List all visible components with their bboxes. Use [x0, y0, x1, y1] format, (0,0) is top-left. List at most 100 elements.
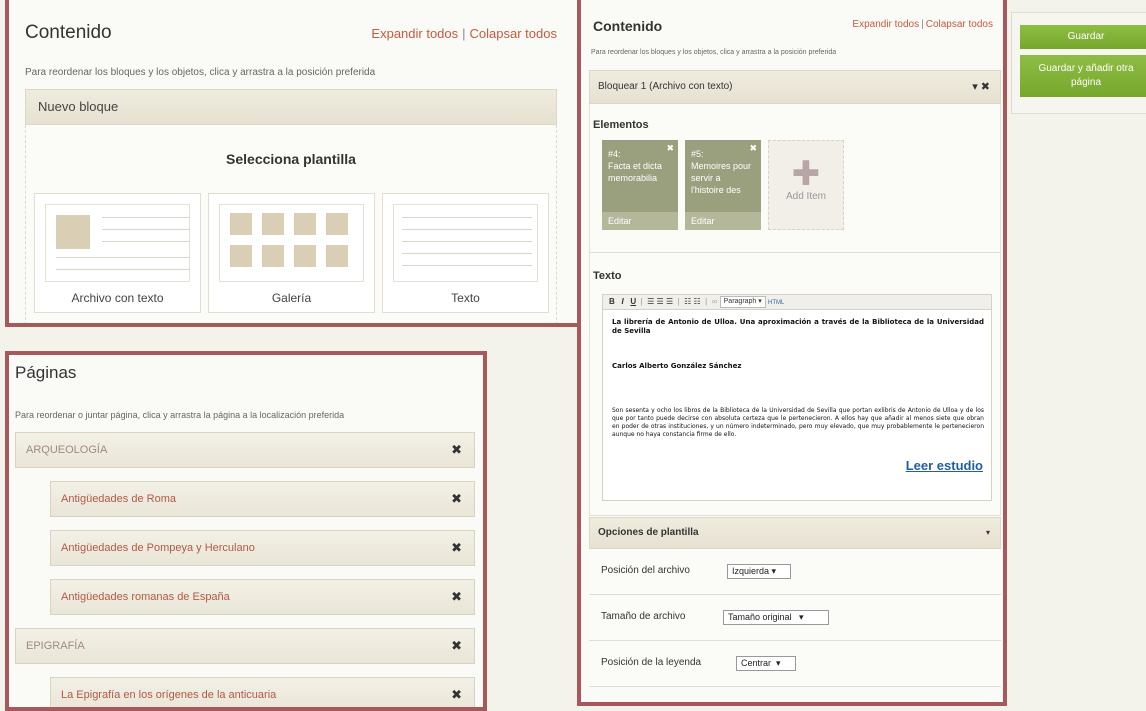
study-paragraph: Son sesenta y ocho los libros de la Bibl…	[612, 407, 984, 438]
page-label: EPIGRAFÍA	[26, 640, 85, 652]
item-title: Memoires pour servir a l'histoire des	[691, 161, 752, 194]
reorder-instructions: Para reordenar los bloques y los objetos…	[25, 67, 376, 78]
rich-text-editor[interactable]: La librería de Antonio de Ulloa. Una apr…	[602, 309, 992, 501]
template-label: Galería	[271, 291, 312, 305]
rich-text-toolbar: B I U | ☰ ☰ ☰ | ☷ ☷ | ∞ Paragraph ▾ HTML	[602, 294, 992, 310]
close-icon[interactable]: ✖	[451, 482, 462, 516]
editor-reorder-instructions: Para reordenar los bloques y los objetos…	[591, 49, 837, 56]
template-label: Archivo con texto	[71, 291, 164, 305]
file-size-select[interactable]: Tamaño original ▾	[723, 610, 829, 625]
item-edit-button[interactable]: Editar	[602, 212, 678, 230]
italic-button[interactable]: I	[621, 297, 623, 306]
gallery-thumbnail	[219, 204, 364, 282]
block-editor-panel: Contenido Expandir todos | Colapsar todos …	[577, 0, 1007, 706]
text-thumbnail	[393, 204, 538, 282]
caption-position-select[interactable]: Centrar ▾	[736, 656, 796, 671]
content-title: Contenido	[25, 22, 112, 43]
option-label: Tamaño de archivo	[601, 611, 686, 622]
pages-panel: Páginas Para reordenar o juntar página, …	[5, 351, 487, 711]
close-icon[interactable]: ✖	[451, 531, 462, 565]
file-position-select[interactable]: Izquierda ▾	[727, 564, 791, 579]
plus-icon: ✚	[791, 155, 821, 193]
item-title: Facta et dicta memorabilia	[608, 161, 663, 183]
new-block-header[interactable]: Nuevo bloque	[25, 89, 557, 125]
save-button[interactable]: Guardar	[1020, 25, 1146, 49]
page-item[interactable]: Antigüedades romanas de España ✖	[50, 579, 475, 615]
template-file-with-text[interactable]: Archivo con texto	[34, 193, 201, 313]
page-item[interactable]: EPIGRAFÍA ✖	[15, 628, 475, 664]
option-row-caption-position: Posición de la leyenda Centrar ▾	[589, 641, 1001, 687]
editor-content-title: Contenido	[593, 18, 663, 34]
link-separator: |	[921, 19, 924, 30]
format-select[interactable]: Paragraph ▾	[719, 295, 766, 308]
chevron-down-icon[interactable]: ▾	[986, 518, 990, 548]
page-item[interactable]: Antigüedades de Roma ✖	[50, 481, 475, 517]
template-text[interactable]: Texto	[382, 193, 549, 313]
bullet-list-icon[interactable]: ☷	[684, 297, 691, 306]
content-panel: Contenido Expandir todos | Colapsar todos …	[5, 0, 591, 327]
pages-instructions: Para reordenar o juntar página, clica y …	[15, 410, 345, 420]
option-row-file-size: Tamaño de archivo Tamaño original ▾	[589, 595, 1001, 641]
file-with-text-thumbnail	[45, 204, 190, 282]
page-item[interactable]: La Epigrafía en los orígenes de la antic…	[50, 677, 475, 707]
editor-expand-collapse-links: Expandir todos | Colapsar todos	[852, 19, 993, 30]
align-left-icon[interactable]: ☰	[647, 297, 654, 306]
select-value: Centrar	[741, 658, 772, 668]
study-heading: La librería de Antonio de Ulloa. Una apr…	[612, 318, 984, 335]
close-icon[interactable]: ✖	[451, 678, 462, 707]
template-options-title: Opciones de plantilla	[598, 527, 699, 538]
link-separator: |	[462, 26, 466, 41]
template-label: Texto	[451, 291, 480, 305]
actions-panel: Guardar Guardar y añadir otra página	[1011, 12, 1146, 114]
underline-button[interactable]: U	[630, 297, 636, 306]
add-item-button[interactable]: ✚ Add Item	[768, 140, 844, 230]
bold-button[interactable]: B	[609, 297, 615, 306]
pages-title: Páginas	[15, 363, 77, 382]
expand-all-link[interactable]: Expandir todos	[371, 26, 458, 41]
block-collapse-close-icons[interactable]: ▾ ✖	[972, 71, 990, 103]
elements-heading: Elementos	[593, 119, 649, 131]
page-label: Antigüedades de Pompeya y Herculano	[61, 542, 255, 554]
item-edit-button[interactable]: Editar	[685, 212, 761, 230]
page-item[interactable]: ARQUEOLOGÍA ✖	[15, 432, 475, 468]
expand-all-link[interactable]: Expandir todos	[852, 19, 919, 30]
option-label: Posición de la leyenda	[601, 657, 702, 668]
numbered-list-icon[interactable]: ☷	[694, 297, 701, 306]
link-icon[interactable]: ∞	[712, 297, 718, 306]
item-close-icon[interactable]: ✖	[666, 142, 674, 154]
new-block-body: Selecciona plantilla Archivo con texto G…	[25, 125, 557, 323]
close-icon[interactable]: ✖	[451, 433, 462, 467]
page-label: La Epigrafía en los orígenes de la antic…	[61, 689, 277, 701]
close-icon[interactable]: ✖	[451, 580, 462, 614]
select-template-heading: Selecciona plantilla	[226, 151, 356, 167]
select-value: Izquierda	[732, 566, 770, 576]
read-study-link[interactable]: Leer estudio	[906, 458, 983, 473]
collapse-all-link[interactable]: Colapsar todos	[470, 26, 557, 41]
close-icon[interactable]: ✖	[451, 629, 462, 663]
item-card[interactable]: ✖ #4: Facta et dicta memorabilia Editar	[602, 140, 678, 230]
select-value: Tamaño original	[728, 612, 792, 622]
template-options-header[interactable]: Opciones de plantilla ▾	[589, 517, 1001, 549]
page-item[interactable]: Antigüedades de Pompeya y Herculano ✖	[50, 530, 475, 566]
template-gallery[interactable]: Galería	[208, 193, 375, 313]
expand-collapse-links: Expandir todos | Colapsar todos	[371, 26, 557, 41]
block-header[interactable]: Bloquear 1 (Archivo con texto) ▾ ✖	[589, 70, 1001, 104]
page-label: Antigüedades romanas de España	[61, 591, 230, 603]
text-heading: Texto	[593, 270, 622, 282]
section-divider	[589, 252, 1001, 253]
html-button[interactable]: HTML	[768, 300, 784, 306]
save-and-add-page-button[interactable]: Guardar y añadir otra página	[1020, 55, 1146, 97]
collapse-all-link[interactable]: Colapsar todos	[926, 19, 993, 30]
item-close-icon[interactable]: ✖	[749, 142, 757, 154]
block-title: Bloquear 1 (Archivo con texto)	[598, 81, 733, 92]
align-center-icon[interactable]: ☰	[657, 297, 664, 306]
add-item-label: Add Item	[785, 191, 827, 202]
item-card[interactable]: ✖ #5: Memoires pour servir a l'histoire …	[685, 140, 761, 230]
option-row-file-position: Posición del archivo Izquierda ▾	[589, 549, 1001, 595]
option-label: Posición del archivo	[601, 565, 690, 576]
page-label: Antigüedades de Roma	[61, 493, 176, 505]
format-select-value: Paragraph	[723, 297, 757, 305]
align-right-icon[interactable]: ☰	[666, 297, 673, 306]
page-label: ARQUEOLOGÍA	[26, 444, 108, 456]
study-author: Carlos Alberto González Sánchez	[612, 362, 742, 370]
